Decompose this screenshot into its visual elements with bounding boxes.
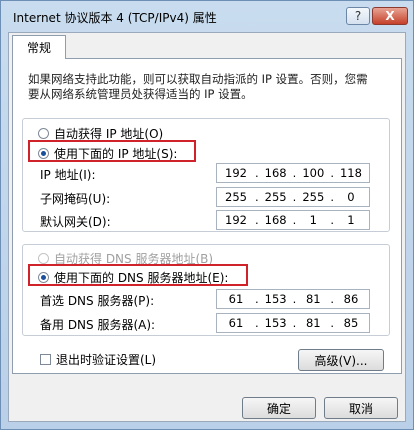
close-icon: X — [385, 9, 395, 23]
checkbox-label: 退出时验证设置(L) — [56, 353, 157, 367]
validate-settings-checkbox[interactable]: 退出时验证设置(L) — [40, 351, 156, 368]
preferred-dns-field[interactable]: 61. 153. 81. 86 — [216, 289, 370, 309]
radio-circle-disabled — [38, 253, 49, 264]
ip-address-field[interactable]: 192. 168. 100. 118 — [216, 163, 370, 183]
help-icon: ? — [354, 9, 362, 23]
radio-label: 使用下面的 DNS 服务器地址(E): — [54, 271, 229, 285]
radio-circle-selected — [38, 272, 49, 283]
alternate-dns-label: 备用 DNS 服务器(A): — [40, 318, 156, 332]
advanced-button[interactable]: 高级(V)... — [298, 349, 384, 371]
subnet-mask-label: 子网掩码(U): — [40, 192, 111, 206]
radio-manual-ip[interactable]: 使用下面的 IP 地址(S): — [38, 145, 177, 162]
preferred-dns-label: 首选 DNS 服务器(P): — [40, 294, 155, 308]
window-title: Internet 协议版本 4 (TCP/IPv4) 属性 — [13, 11, 217, 25]
subnet-mask-field[interactable]: 255. 255. 255. 0 — [216, 187, 370, 207]
alternate-dns-field[interactable]: 61. 153. 81. 85 — [216, 313, 370, 333]
radio-circle — [38, 128, 49, 139]
cancel-button[interactable]: 取消 — [324, 397, 398, 419]
radio-manual-dns[interactable]: 使用下面的 DNS 服务器地址(E): — [38, 269, 228, 286]
gateway-label: 默认网关(D): — [40, 215, 111, 229]
close-button[interactable]: X — [372, 7, 408, 25]
radio-circle-selected — [38, 148, 49, 159]
gateway-field[interactable]: 192. 168. 1. 1 — [216, 210, 370, 230]
radio-label: 使用下面的 IP 地址(S): — [54, 147, 178, 161]
help-button[interactable]: ? — [346, 7, 370, 25]
description-text: 如果网络支持此功能，则可以获取自动指派的 IP 设置。否则，您需要从网络系统管理… — [28, 72, 368, 101]
title-bar[interactable]: Internet 协议版本 4 (TCP/IPv4) 属性 ? X — [1, 1, 413, 31]
tab-general[interactable]: 常规 — [12, 35, 66, 59]
ok-button[interactable]: 确定 — [242, 397, 316, 419]
ip-address-label: IP 地址(I): — [40, 168, 96, 182]
checkbox-box — [40, 354, 51, 365]
